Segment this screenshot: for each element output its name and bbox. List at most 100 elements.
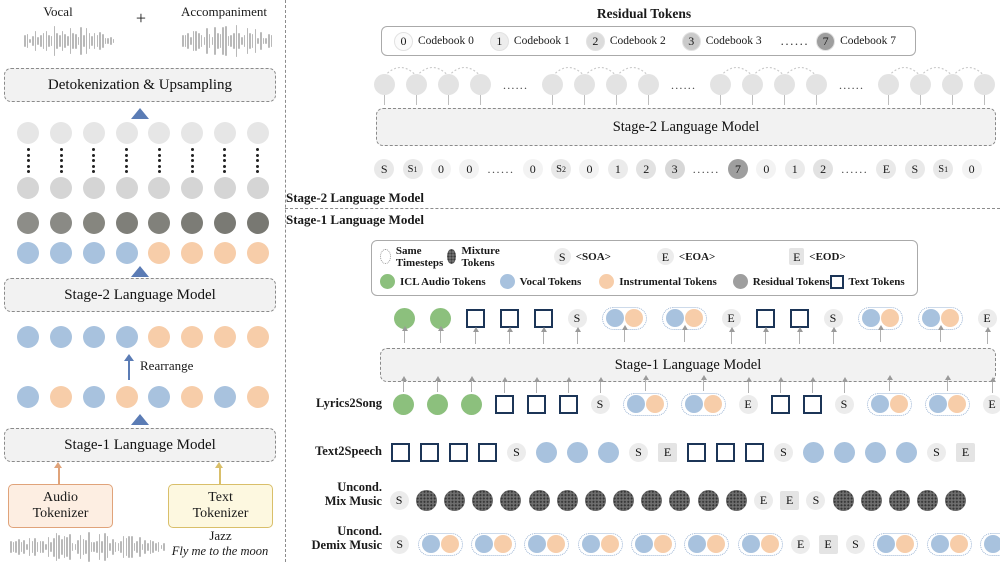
same-timestep-pair [684,532,730,556]
waveform-bar [96,34,99,48]
token-slot [917,489,939,511]
waveform-bar [265,37,267,45]
token-slot [601,306,647,342]
mixture-token [584,489,606,511]
token-slot [622,374,668,416]
token-grid [12,122,274,264]
residual-input-arrow [583,95,586,105]
soa-token: S [590,394,610,414]
waveform-bar [268,33,270,49]
text-token [391,442,410,462]
soa-token: S [390,534,410,554]
mixture-token [945,489,967,511]
same-timestep-pair [926,532,972,556]
token-slot [716,442,735,462]
flow-arrow [500,376,510,393]
waveform-bar [257,38,259,44]
waveform-bar [31,540,34,554]
waveform-bar [32,35,34,47]
token-slot [641,489,663,511]
waveform-bar [26,33,29,49]
waveform-bar [53,537,55,557]
mixture-token [917,489,939,511]
token-slot: E [721,308,741,344]
waveform-bar [18,539,20,555]
token-circle-source [50,242,73,264]
residual-token-circle [574,74,595,95]
stage2-token: 0 [756,159,777,179]
waveform-bar [216,32,219,50]
flow-arrow [620,324,630,342]
token-slot: S [629,442,648,462]
rearrange-arrow-head [124,354,134,361]
uncond-demix-line2: Demix Music [311,538,382,553]
token-slot: E [738,376,758,414]
codebook-index-circle: 7 [816,31,836,51]
rearranged-tokens-row [12,326,274,350]
mixture-token [500,489,522,511]
stage2-token: S1 [402,159,423,179]
legend-label: Mixture Tokens [461,244,500,269]
row-uncond-mix-music: SEES [386,486,998,514]
waveform-bar [249,32,251,50]
token-slot [873,532,919,556]
waveform-bar [225,25,227,57]
soa-token: S [567,308,587,328]
vocal-token [581,535,600,553]
lyrics-prompt: Fly me to the moon [171,544,269,558]
stage2-ellipsis: ...... [487,161,515,176]
token-slot [533,308,553,344]
soa-token: S [389,490,409,510]
residual-input-arrow [783,95,786,105]
waveform-bar [238,32,241,50]
stage1-output-tokens: SESEE [386,304,998,344]
waveform-bar [214,26,216,56]
uncond-mix-line2: Mix Music [324,494,382,509]
legend-label: Instrumental Tokens [619,275,717,288]
mixture-token [669,489,691,511]
token-circle-residual [246,212,269,234]
waveform-bar [34,31,37,51]
residual-input-arrow [383,95,386,105]
codebook-label: Codebook 0 [418,35,474,47]
waveform-bar [37,37,40,45]
waveform-bar [88,33,91,49]
stage2-ellipsis: ...... [841,161,869,176]
same-timestep-pair [873,532,919,556]
waveform-bar [110,36,112,46]
eod-icon: E [789,248,805,265]
waveform-bar [184,34,187,48]
token-circle-residual [50,212,73,234]
waveform-bar [208,34,211,48]
mixture-token [528,489,550,511]
codebook-index-circle: 2 [585,31,605,51]
soa-icon: S [553,248,571,265]
instrumental-token-circle [181,386,204,408]
token-slot [661,306,707,342]
waveform-bar [98,534,101,560]
text-tokenizer-box[interactable]: Text Tokenizer [168,484,273,528]
flow-arrow [795,326,805,344]
token-slot [460,375,482,415]
soa-token: S [774,442,793,462]
token-slot [802,376,822,414]
audio-tokenizer-box[interactable]: Audio Tokenizer [8,484,113,528]
residual-token-circle [974,74,995,95]
token-slot [526,376,546,414]
waveform-bar [114,541,117,553]
residual-input-arrow [551,95,554,105]
legend-item-same-timesteps: Same Timesteps [380,245,447,269]
token-slot [465,308,485,344]
vocal-token [528,535,547,553]
waveform-bar [75,33,77,49]
vocal-token [877,535,896,553]
token-circle-residual [82,212,105,234]
token-slot: S [590,376,610,414]
same-timestep-pair [577,532,623,556]
up-arrow-detok [131,108,149,119]
same-timestep-pair [622,392,668,416]
stage2-token: 3 [664,159,685,179]
detokenization-box: Detokenization & Upsampling [4,68,276,102]
flow-arrow [943,374,953,391]
stage2-token: 0 [961,159,982,179]
